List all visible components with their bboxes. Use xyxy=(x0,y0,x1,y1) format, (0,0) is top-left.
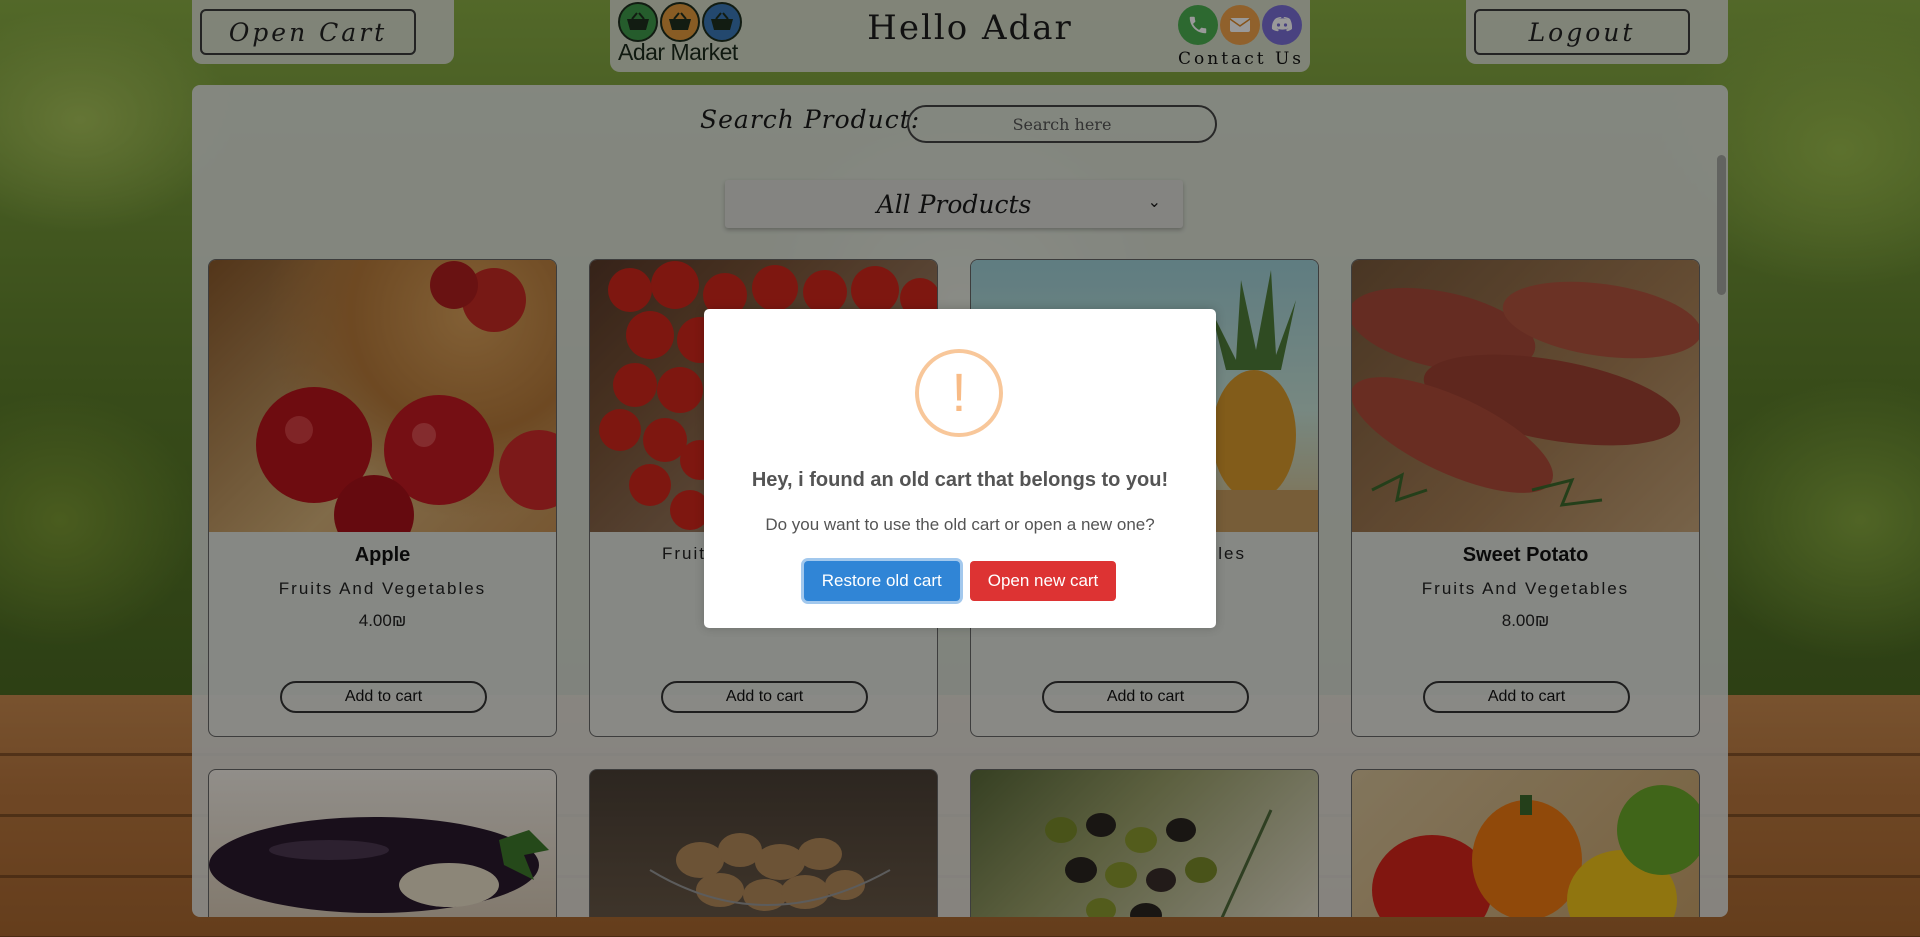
open-new-cart-button[interactable]: Open new cart xyxy=(969,561,1117,601)
old-cart-dialog: ! Hey, i found an old cart that belongs … xyxy=(704,309,1216,628)
dialog-text: Do you want to use the old cart or open … xyxy=(765,515,1155,534)
warning-icon: ! xyxy=(915,349,1003,437)
dialog-title: Hey, i found an old cart that belongs to… xyxy=(751,469,1169,491)
dialog-actions: Restore old cart Open new cart xyxy=(704,561,1216,601)
restore-old-cart-button[interactable]: Restore old cart xyxy=(803,561,960,601)
